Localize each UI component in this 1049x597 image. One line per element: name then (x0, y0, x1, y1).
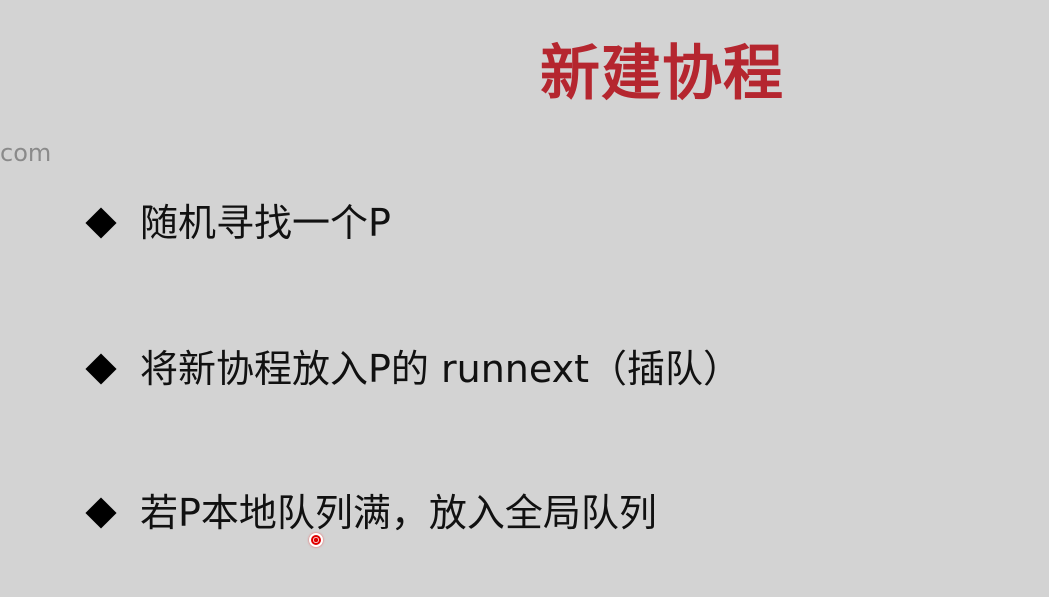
bullet-item: 将新协程放入P的 runnext（插队） (84, 343, 741, 395)
laser-pointer-icon (309, 533, 323, 547)
bullet-item: 若P本地队列满，放入全局队列 (84, 487, 657, 539)
bullet-text: 将新协程放入P的 runnext（插队） (140, 347, 741, 391)
diamond-bullet-icon (85, 353, 117, 385)
presentation-slide: 新建协程 com 随机寻找一个P 将新协程放入P的 runnext（插队） 若P… (0, 0, 1049, 597)
bullet-text: 随机寻找一个P (140, 201, 391, 245)
bullet-text: 若P本地队列满，放入全局队列 (140, 491, 657, 535)
diamond-bullet-icon (85, 207, 117, 239)
diamond-bullet-icon (85, 497, 117, 529)
bullet-item: 随机寻找一个P (84, 197, 391, 249)
slide-title: 新建协程 (540, 39, 784, 109)
watermark-text: com (0, 139, 52, 167)
